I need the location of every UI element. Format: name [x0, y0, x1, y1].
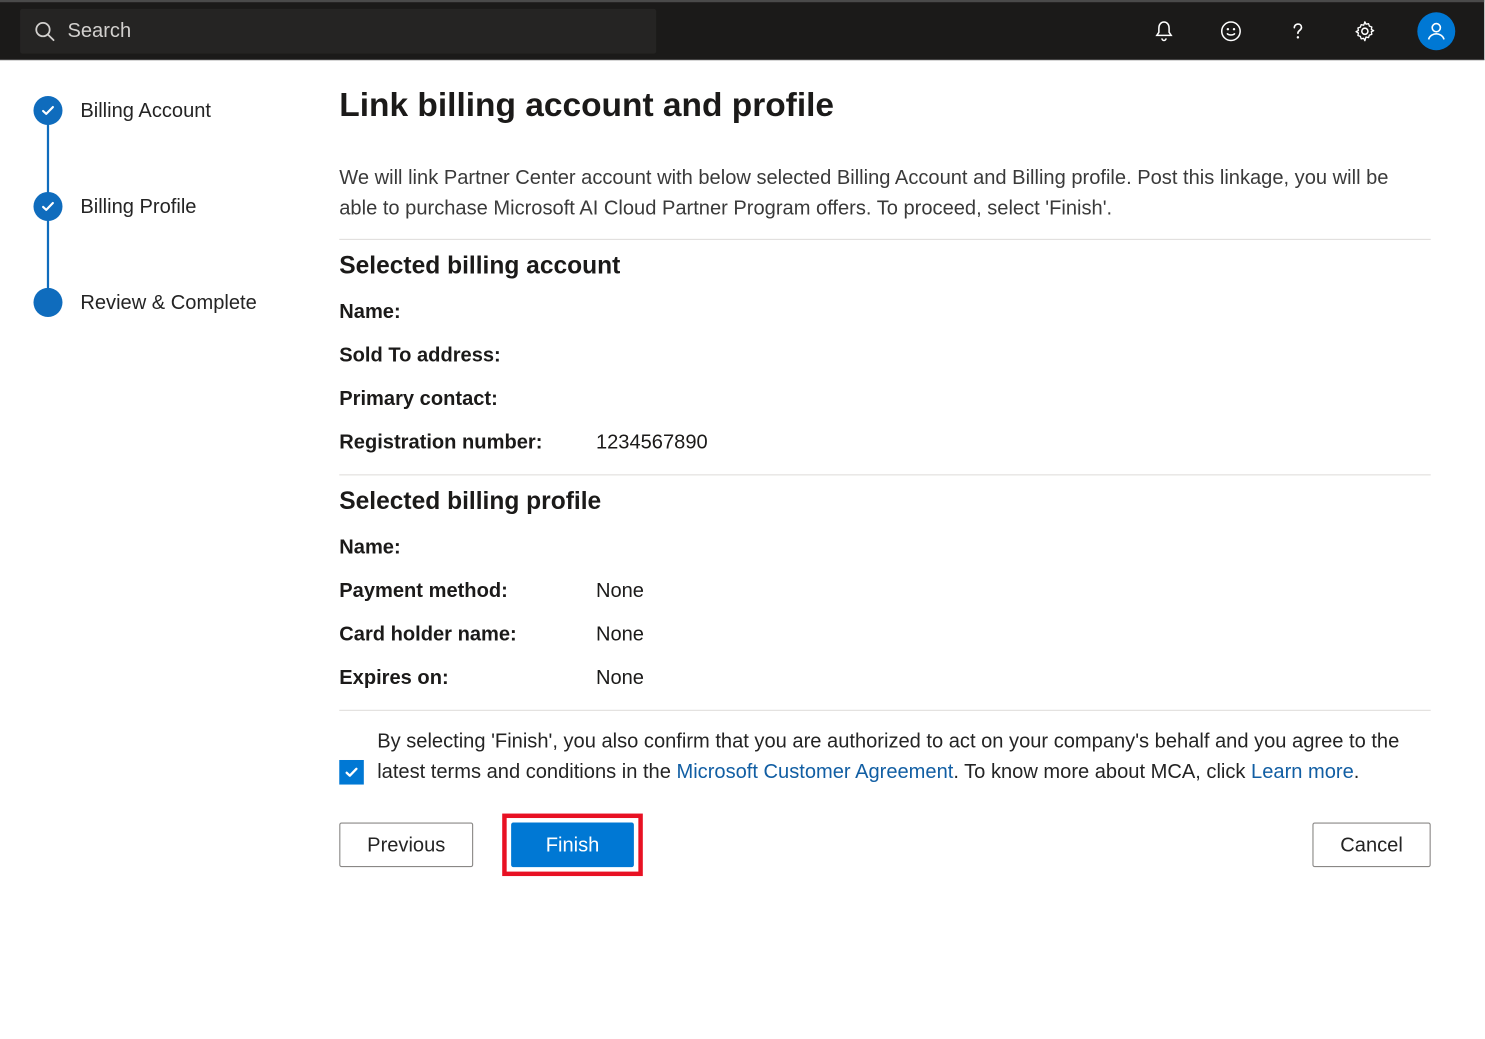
search-input[interactable] — [67, 19, 645, 42]
notifications-icon[interactable] — [1149, 16, 1178, 45]
finish-highlight: Finish — [502, 814, 643, 876]
field-label: Primary contact: — [339, 387, 596, 410]
account-name-row: Name: — [339, 300, 1430, 323]
topbar — [0, 0, 1484, 60]
check-icon — [33, 192, 62, 221]
account-avatar[interactable] — [1417, 12, 1455, 50]
page-title: Link billing account and profile — [339, 87, 1430, 125]
step-billing-profile[interactable]: Billing Profile — [33, 190, 290, 223]
field-value: None — [596, 579, 644, 602]
learn-more-link[interactable]: Learn more — [1251, 760, 1354, 782]
step-review-complete[interactable]: Review & Complete — [33, 286, 290, 319]
cancel-button[interactable]: Cancel — [1312, 822, 1430, 867]
field-value: None — [596, 666, 644, 689]
account-soldto-row: Sold To address: — [339, 344, 1430, 367]
consent-text: By selecting 'Finish', you also confirm … — [377, 727, 1431, 787]
consent-row: By selecting 'Finish', you also confirm … — [339, 727, 1430, 787]
step-label: Review & Complete — [80, 291, 256, 314]
field-label: Name: — [339, 300, 596, 323]
account-registration-row: Registration number: 1234567890 — [339, 431, 1430, 454]
mca-link[interactable]: Microsoft Customer Agreement — [676, 760, 953, 782]
step-label: Billing Account — [80, 99, 211, 122]
search-icon — [31, 16, 58, 45]
topbar-icons — [1149, 12, 1455, 50]
divider — [339, 239, 1430, 240]
active-step-icon — [33, 288, 62, 317]
wizard-stepper: Billing Account Billing Profile Review &… — [0, 60, 312, 1038]
divider — [339, 474, 1430, 475]
field-label: Sold To address: — [339, 344, 596, 367]
field-label: Name: — [339, 536, 596, 559]
section-billing-profile-title: Selected billing profile — [339, 487, 1430, 516]
profile-name-row: Name: — [339, 536, 1430, 559]
field-label: Expires on: — [339, 666, 596, 689]
profile-cardholder-row: Card holder name: None — [339, 623, 1430, 646]
previous-button[interactable]: Previous — [339, 822, 473, 867]
consent-text-part: . — [1354, 760, 1360, 782]
button-row: Previous Finish Cancel — [339, 814, 1430, 876]
intro-text: We will link Partner Center account with… — [339, 163, 1430, 223]
field-value: 1234567890 — [596, 431, 708, 454]
field-value: None — [596, 623, 644, 646]
check-icon — [33, 96, 62, 125]
profile-expires-row: Expires on: None — [339, 666, 1430, 689]
field-label: Card holder name: — [339, 623, 596, 646]
field-label: Payment method: — [339, 579, 596, 602]
feedback-icon[interactable] — [1216, 16, 1245, 45]
main-panel: Link billing account and profile We will… — [312, 60, 1484, 1038]
section-billing-account-title: Selected billing account — [339, 251, 1430, 280]
profile-payment-row: Payment method: None — [339, 579, 1430, 602]
finish-button[interactable]: Finish — [511, 822, 634, 867]
divider — [339, 710, 1430, 711]
step-billing-account[interactable]: Billing Account — [33, 94, 290, 127]
field-label: Registration number: — [339, 431, 596, 454]
help-icon[interactable] — [1283, 16, 1312, 45]
account-contact-row: Primary contact: — [339, 387, 1430, 410]
settings-icon[interactable] — [1350, 16, 1379, 45]
consent-text-part: . To know more about MCA, click — [953, 760, 1251, 782]
step-label: Billing Profile — [80, 195, 196, 218]
search-box[interactable] — [20, 8, 656, 53]
consent-checkbox[interactable] — [339, 760, 364, 785]
